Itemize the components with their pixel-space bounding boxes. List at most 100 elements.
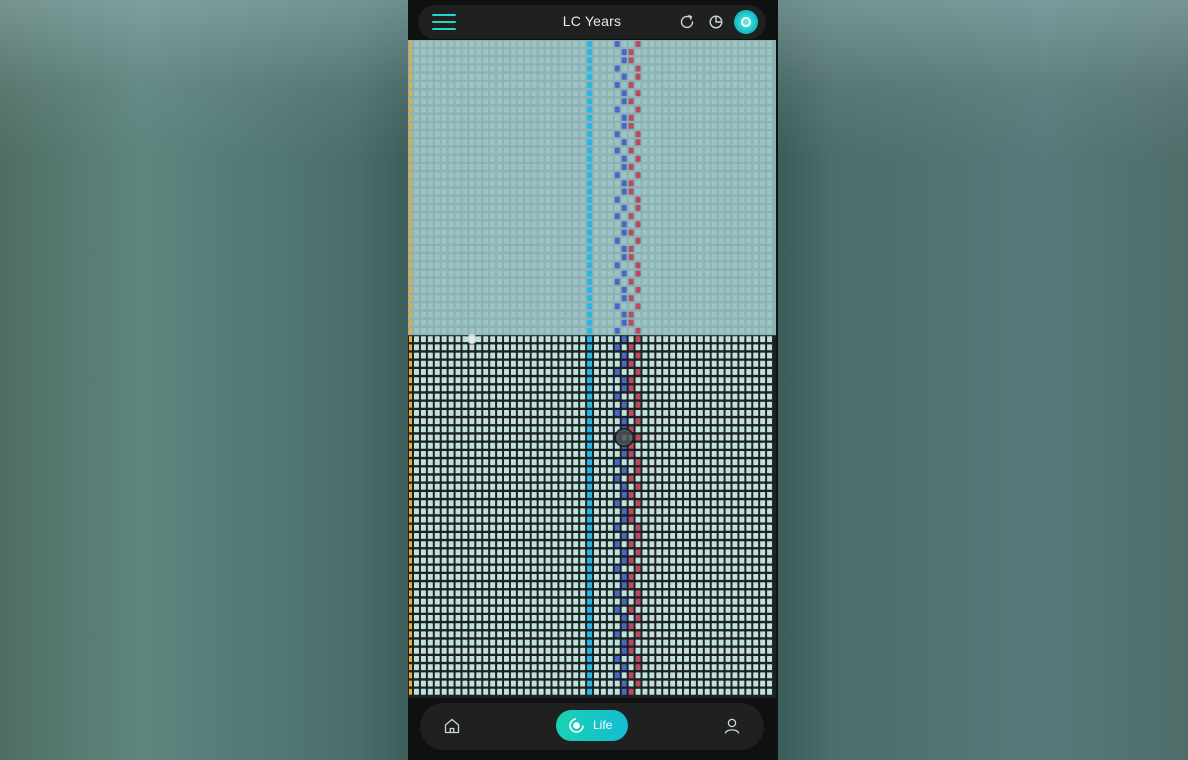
week-cell <box>746 229 752 236</box>
week-cell <box>545 213 551 220</box>
week-cell <box>753 131 759 138</box>
week-cell <box>559 147 565 154</box>
week-cell <box>566 647 572 654</box>
week-cell <box>670 196 676 203</box>
week-cell <box>718 65 724 72</box>
week-cell <box>663 114 669 121</box>
week-cell <box>753 229 759 236</box>
week-cell <box>504 672 509 679</box>
week-cell <box>517 246 523 252</box>
week-cell <box>725 90 731 97</box>
week-cell <box>434 385 440 392</box>
current-week-marker[interactable] <box>466 334 477 345</box>
week-cell <box>684 582 689 589</box>
week-cell <box>538 418 544 425</box>
week-cell <box>594 106 599 113</box>
week-cell <box>434 295 440 302</box>
week-cell <box>600 360 606 367</box>
week-cell <box>469 352 475 359</box>
week-cell <box>448 123 454 129</box>
week-cell <box>427 221 433 228</box>
week-cell <box>697 82 703 88</box>
week-cell <box>711 98 717 105</box>
week-cell <box>497 401 503 408</box>
week-cell <box>732 106 738 113</box>
week-cell <box>434 114 440 121</box>
week-cell <box>718 410 724 416</box>
week-cell <box>732 639 738 646</box>
week-cell <box>497 508 503 515</box>
week-cell <box>739 147 745 154</box>
week-cell <box>663 287 669 293</box>
home-icon[interactable] <box>442 716 462 736</box>
week-cell <box>760 246 766 252</box>
week-cell <box>656 369 662 375</box>
week-cell <box>739 492 745 498</box>
week-cell <box>677 278 683 285</box>
week-cell <box>746 688 752 695</box>
week-cell <box>649 615 655 621</box>
week-cell <box>559 82 565 88</box>
week-cell <box>697 188 703 195</box>
week-cell <box>448 590 454 597</box>
week-cell <box>725 385 731 392</box>
week-cell <box>552 352 558 359</box>
week-cell <box>552 459 558 466</box>
week-cell <box>545 672 551 679</box>
week-cell <box>476 647 482 654</box>
week-cell <box>614 410 620 416</box>
week-cell <box>420 360 426 367</box>
week-cell <box>559 344 565 351</box>
week-cell <box>427 90 433 97</box>
week-cell <box>649 155 655 162</box>
week-cell <box>510 467 516 474</box>
week-cell <box>746 664 752 671</box>
week-cell <box>455 615 461 621</box>
week-cell <box>531 516 537 523</box>
week-cell <box>462 336 468 343</box>
week-cell <box>677 631 683 638</box>
week-cell <box>635 508 641 515</box>
week-cell <box>420 557 426 564</box>
logo-icon[interactable] <box>734 10 758 34</box>
life-tab-button[interactable]: Life <box>556 710 628 741</box>
week-cell <box>760 451 766 457</box>
week-cell <box>697 311 703 318</box>
week-cell <box>483 385 489 392</box>
week-cell <box>684 524 689 531</box>
week-cell <box>642 426 648 433</box>
week-cell <box>497 123 503 129</box>
week-cell <box>732 139 738 146</box>
week-cell <box>573 492 579 498</box>
week-cell <box>469 147 475 154</box>
week-cell <box>545 631 551 638</box>
week-cell <box>420 467 426 474</box>
week-cell <box>504 229 509 236</box>
week-cell <box>531 377 537 384</box>
week-cell <box>427 664 433 671</box>
week-cell <box>538 451 544 457</box>
week-cell <box>427 139 433 146</box>
profile-icon[interactable] <box>722 716 742 736</box>
week-cell <box>663 377 669 384</box>
week-cell <box>711 508 717 515</box>
week-cell <box>462 246 468 252</box>
clock-icon[interactable] <box>707 13 725 31</box>
week-cell <box>704 401 710 408</box>
week-cell <box>580 287 586 293</box>
week-cell <box>524 262 530 269</box>
week-cell <box>490 131 496 138</box>
week-cell <box>767 385 773 392</box>
week-cell <box>711 426 717 433</box>
week-cell <box>746 164 752 170</box>
week-cell <box>448 57 454 64</box>
week-cell <box>704 369 710 375</box>
week-cell <box>718 459 724 466</box>
week-cell <box>760 598 766 605</box>
week-cell <box>552 287 558 293</box>
week-cell <box>552 213 558 220</box>
week-cell <box>649 57 655 64</box>
week-cell <box>566 492 572 498</box>
week-cell <box>753 147 759 154</box>
refresh-icon[interactable] <box>678 13 696 31</box>
